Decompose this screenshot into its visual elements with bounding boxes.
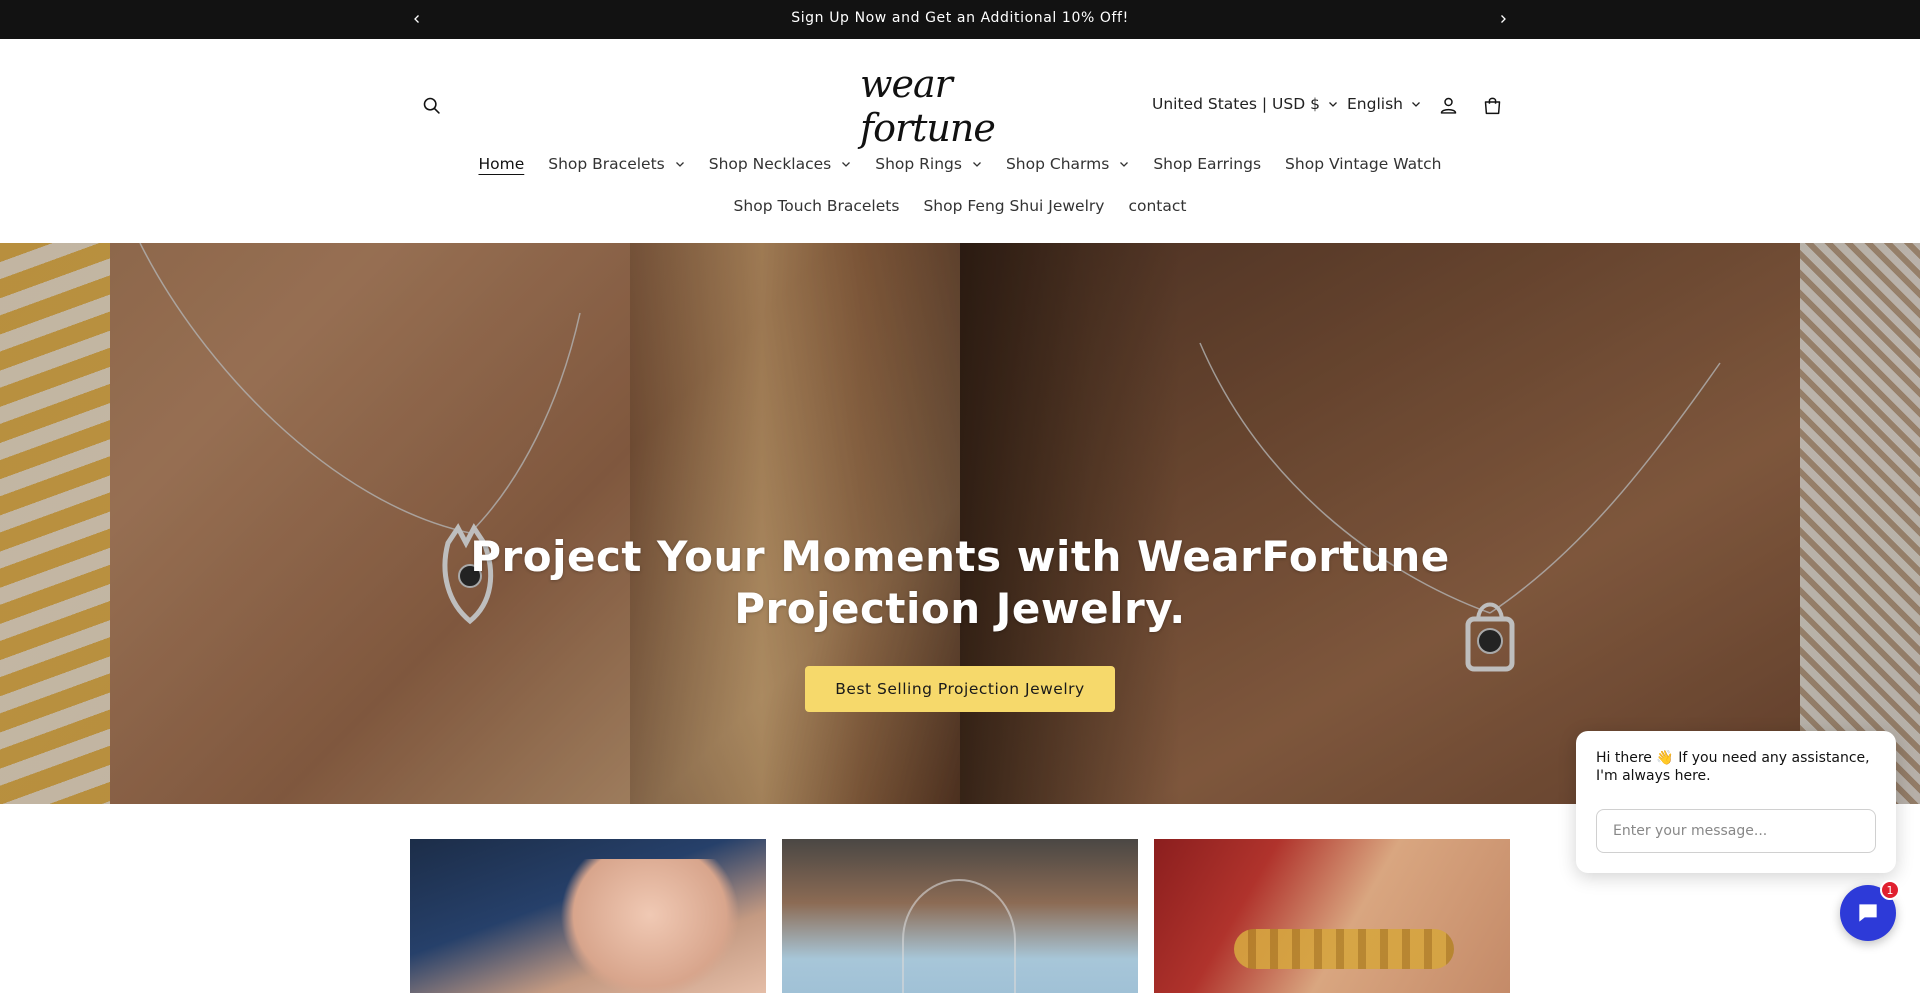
hero-title-line1: Project Your Moments with WearFortune: [470, 532, 1450, 581]
collection-card-necklaces[interactable]: [782, 839, 1138, 993]
hero-title-line2: Projection Jewelry.: [734, 584, 1186, 633]
chevron-down-icon: [1328, 102, 1337, 107]
nav-item-shop-charms[interactable]: Shop Charms: [994, 155, 1141, 173]
nav-item-shop-earrings[interactable]: Shop Earrings: [1141, 155, 1273, 173]
main-nav-primary: Home Shop Bracelets Shop Necklaces Shop …: [0, 155, 1920, 173]
chat-notification-badge: 1: [1880, 880, 1900, 900]
collection-card-bracelets[interactable]: [410, 839, 766, 993]
nav-item-label: Home: [478, 155, 525, 173]
search-button[interactable]: [415, 89, 447, 121]
collection-card-chain-bracelets[interactable]: [1154, 839, 1510, 993]
nav-item-label: Shop Necklaces: [708, 155, 832, 173]
nav-item-shop-vintage-watch[interactable]: Shop Vintage Watch: [1273, 155, 1453, 173]
country-selector-label: United States | USD $: [1152, 95, 1320, 113]
nav-item-home[interactable]: Home: [466, 155, 536, 173]
chat-icon: [1859, 904, 1877, 922]
chat-greeting: Hi there 👋 If you need any assistance, I…: [1596, 750, 1870, 784]
nav-item-label: contact: [1128, 197, 1187, 215]
site-logo[interactable]: wear fortune: [860, 62, 1060, 150]
announcement-message[interactable]: Sign Up Now and Get an Additional 10% Of…: [0, 0, 1920, 39]
logo-text: wear fortune: [860, 62, 996, 150]
hero-banner: Project Your Moments with WearFortune Pr…: [0, 243, 1920, 804]
nav-item-label: Shop Bracelets: [548, 155, 665, 173]
country-selector[interactable]: United States | USD $: [1152, 95, 1338, 113]
language-selector-label: English: [1347, 95, 1403, 113]
chevron-down-icon: [1120, 162, 1129, 167]
chevron-right-icon: [1501, 15, 1506, 23]
main-nav-secondary: Shop Touch Bracelets Shop Feng Shui Jewe…: [0, 197, 1920, 215]
account-button[interactable]: [1432, 89, 1464, 121]
announcement-bar: Sign Up Now and Get an Additional 10% Of…: [0, 0, 1920, 39]
nav-item-shop-touch-bracelets[interactable]: Shop Touch Bracelets: [722, 197, 912, 215]
nav-item-shop-feng-shui-jewelry[interactable]: Shop Feng Shui Jewelry: [911, 197, 1116, 215]
nav-item-shop-bracelets[interactable]: Shop Bracelets: [536, 155, 696, 173]
nav-item-label: Shop Charms: [1005, 155, 1110, 173]
chat-message-input[interactable]: [1596, 809, 1876, 853]
cart-icon: [1484, 97, 1500, 114]
nav-item-contact[interactable]: contact: [1116, 197, 1198, 215]
chevron-down-icon: [675, 162, 684, 167]
nav-item-label: Shop Rings: [875, 155, 962, 173]
nav-item-label: Shop Feng Shui Jewelry: [923, 197, 1105, 215]
hero-title: Project Your Moments with WearFortune Pr…: [460, 531, 1460, 635]
nav-item-shop-necklaces[interactable]: Shop Necklaces: [697, 155, 863, 173]
cart-button[interactable]: [1476, 89, 1508, 121]
language-selector[interactable]: English: [1347, 95, 1421, 113]
hero-cta-button[interactable]: Best Selling Projection Jewelry: [805, 666, 1115, 712]
announcement-next-button[interactable]: [1492, 8, 1514, 30]
account-icon: [1440, 97, 1456, 114]
collection-grid: [410, 839, 1510, 993]
chevron-down-icon: [973, 162, 981, 167]
nav-item-label: Shop Touch Bracelets: [733, 197, 900, 215]
nav-item-shop-rings[interactable]: Shop Rings: [863, 155, 994, 173]
site-header: wear fortune United States | USD $ Engli…: [0, 39, 1920, 243]
hero-overlay: [0, 243, 1920, 804]
chat-popup: Hi there 👋 If you need any assistance, I…: [1576, 731, 1896, 873]
chevron-down-icon: [1412, 102, 1420, 107]
nav-item-label: Shop Vintage Watch: [1285, 155, 1442, 173]
search-icon: [423, 97, 440, 114]
chevron-down-icon: [842, 162, 851, 167]
nav-item-label: Shop Earrings: [1153, 155, 1262, 173]
